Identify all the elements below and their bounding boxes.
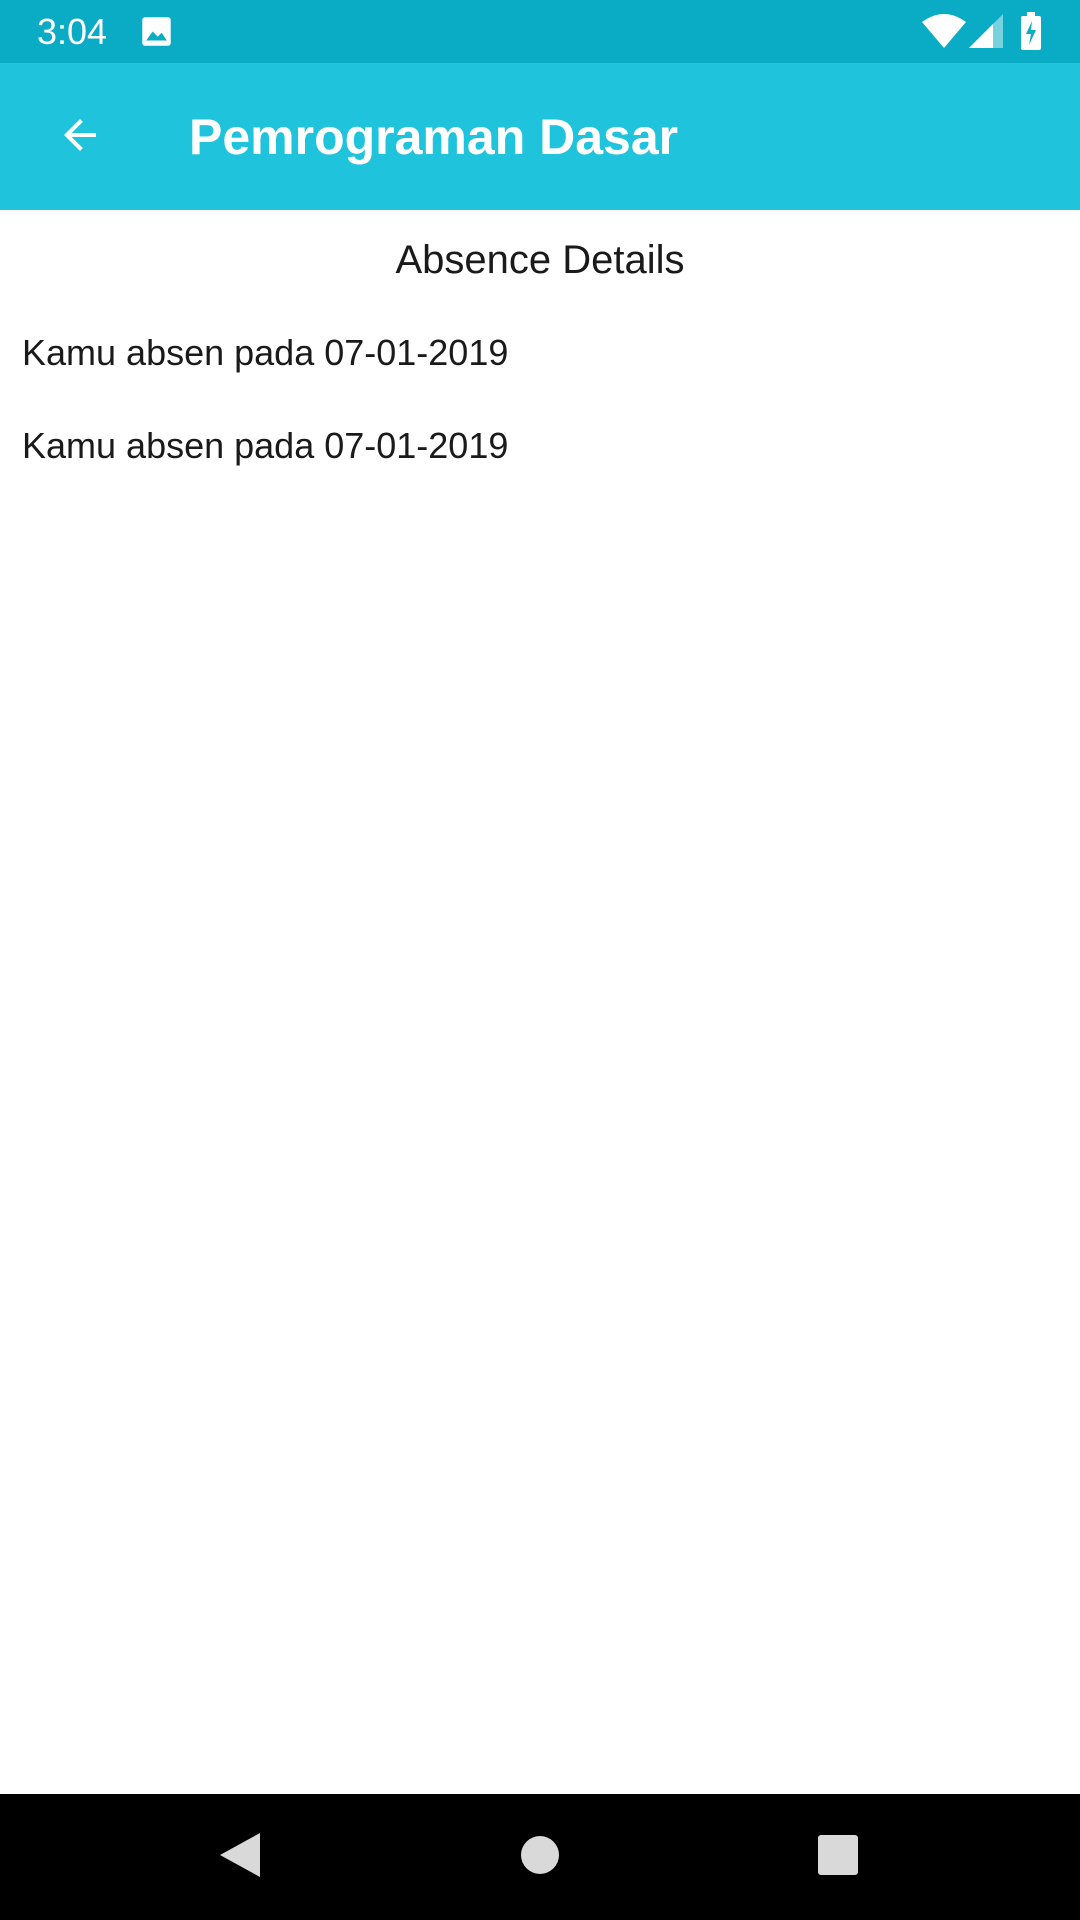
signal-icon (969, 14, 1003, 48)
screen: 3:04 Pemrograman Dasar Absence Details K… (0, 0, 1080, 1920)
nav-home-icon (520, 1835, 560, 1880)
main-content: Absence Details Kamu absen pada 07-01-20… (0, 210, 1080, 1794)
list-item: Kamu absen pada 07-01-2019 (22, 425, 509, 466)
page-title: Pemrograman Dasar (189, 109, 679, 165)
nav-back-button[interactable] (200, 1817, 280, 1897)
arrow-back-icon (56, 111, 104, 164)
battery-charging-icon (1019, 12, 1043, 50)
nav-back-icon (220, 1832, 260, 1882)
list-item: Kamu absen pada 07-01-2019 (22, 332, 509, 373)
navigation-bar (0, 1794, 1080, 1920)
wifi-icon (922, 14, 966, 48)
status-bar: 3:04 (0, 0, 1080, 63)
status-time: 3:04 (37, 11, 108, 52)
nav-recents-button[interactable] (798, 1817, 878, 1897)
back-button[interactable] (36, 93, 124, 181)
absence-list: Kamu absen pada 07-01-2019 Kamu absen pa… (22, 330, 1058, 516)
section-heading: Absence Details (395, 238, 685, 282)
image-icon (141, 16, 172, 47)
app-bar: Pemrograman Dasar (0, 63, 1080, 210)
nav-recents-icon (818, 1834, 858, 1880)
nav-home-button[interactable] (500, 1817, 580, 1897)
